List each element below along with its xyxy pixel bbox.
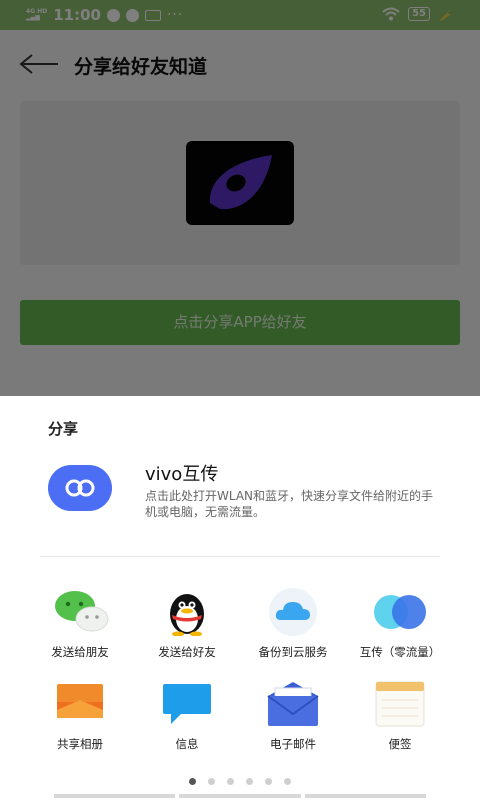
wechat-icon xyxy=(50,588,110,636)
share-notes[interactable]: 便签 xyxy=(340,680,460,752)
page-dot[interactable] xyxy=(189,778,196,785)
divider xyxy=(40,556,440,557)
page-indicator xyxy=(0,770,480,789)
share-shared-album[interactable]: 共享相册 xyxy=(20,680,140,752)
vivo-transfer-name: vivo互传 xyxy=(145,464,219,485)
sheet-bottom-edge xyxy=(54,794,426,798)
vivo-transfer-row[interactable]: vivo互传 点击此处打开WLAN和蓝牙，快速分享文件给附近的手机或电脑，无需流… xyxy=(0,456,480,528)
page-dot[interactable] xyxy=(284,778,291,785)
share-qq-friend[interactable]: 发送给好友 xyxy=(127,588,247,660)
album-icon xyxy=(50,680,110,728)
share-wechat-friend[interactable]: 发送给朋友 xyxy=(20,588,140,660)
share-cloud-backup[interactable]: 备份到云服务 xyxy=(233,588,353,660)
share-zero-data-transfer[interactable]: 互传（零流量） xyxy=(340,588,460,660)
page-dot[interactable] xyxy=(265,778,272,785)
share-email[interactable]: 电子邮件 xyxy=(233,680,353,752)
share-message[interactable]: 信息 xyxy=(127,680,247,752)
cloud-icon xyxy=(263,588,323,636)
sheet-title: 分享 xyxy=(48,420,79,438)
message-icon xyxy=(157,680,217,728)
vivo-transfer-description: 点击此处打开WLAN和蓝牙，快速分享文件给附近的手机或电脑，无需流量。 xyxy=(145,489,434,519)
email-icon xyxy=(263,680,323,728)
transfer-icon xyxy=(370,588,430,636)
vivo-transfer-icon xyxy=(48,465,112,511)
page-dot[interactable] xyxy=(246,778,253,785)
notes-icon xyxy=(370,680,430,728)
page-dot[interactable] xyxy=(227,778,234,785)
share-sheet: 分享 vivo互传 点击此处打开WLAN和蓝牙，快速分享文件给附近的手机或电脑，… xyxy=(0,396,480,800)
page-dot[interactable] xyxy=(208,778,215,785)
qq-icon xyxy=(157,588,217,637)
